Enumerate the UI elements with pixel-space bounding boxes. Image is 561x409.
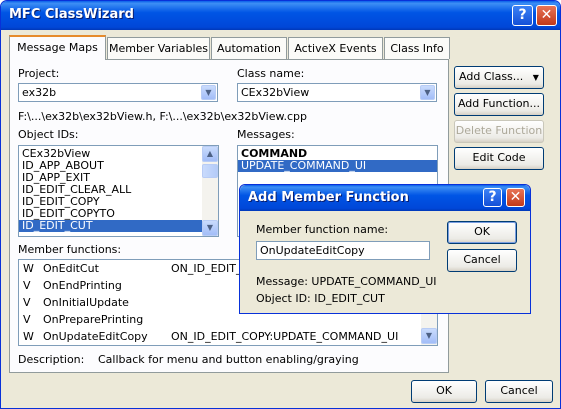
- dialog-ok-button[interactable]: OK: [447, 221, 517, 244]
- function-name: OnInitialUpdate: [43, 296, 129, 309]
- scroll-thumb[interactable]: [202, 164, 218, 178]
- close-button[interactable]: ✕: [506, 188, 525, 207]
- list-item[interactable]: ID_EDIT_CUT: [19, 220, 218, 232]
- function-flag: V: [23, 296, 31, 309]
- add-function-button[interactable]: Add Function...: [454, 93, 544, 116]
- help-button[interactable]: ?: [483, 188, 502, 207]
- function-name-label: Member function name:: [256, 223, 389, 236]
- window-title: MFC ClassWizard: [9, 7, 134, 22]
- help-button[interactable]: ?: [512, 5, 533, 26]
- list-item[interactable]: UPDATE_COMMAND_UI: [238, 160, 437, 172]
- close-button[interactable]: ✕: [536, 5, 557, 26]
- classwizard-window: MFC ClassWizard ? ✕ Message Maps Member …: [0, 0, 561, 409]
- cancel-button[interactable]: Cancel: [485, 380, 553, 403]
- add-member-function-dialog: Add Member Function ? ✕ Member function …: [239, 184, 531, 314]
- messages-label: Messages:: [237, 128, 295, 141]
- function-flag: V: [23, 313, 31, 326]
- chevron-down-icon[interactable]: ▼: [420, 85, 435, 100]
- ok-button[interactable]: OK: [411, 380, 477, 403]
- object-ids-list[interactable]: CEx32bView ID_APP_ABOUT ID_APP_EXIT ID_EDIT…: [18, 145, 219, 237]
- add-class-button[interactable]: Add Class... ▼: [454, 66, 544, 89]
- description-label: Description:: [18, 353, 85, 366]
- scroll-down-icon[interactable]: ▼: [202, 220, 218, 236]
- function-name: OnEndPrinting: [43, 279, 122, 292]
- add-class-label: Add Class...: [459, 70, 524, 83]
- description-text: Callback for menu and button enabling/gr…: [98, 353, 359, 366]
- project-value: ex32b: [22, 86, 57, 99]
- tab-class-info[interactable]: Class Info: [384, 37, 450, 59]
- object-ids-scrollbar[interactable]: ▲ ▼: [202, 146, 218, 236]
- class-name-value: CEx32bView: [241, 86, 310, 99]
- tab-activex-events[interactable]: ActiveX Events: [288, 37, 383, 59]
- project-label: Project:: [18, 67, 60, 80]
- chevron-down-icon: ▼: [532, 73, 539, 82]
- scroll-down-icon[interactable]: ▼: [421, 328, 437, 344]
- function-map: ON_ID_EDIT_COPY:UPDATE_COMMAND_UI: [171, 330, 399, 343]
- dialog-title: Add Member Function: [248, 190, 409, 205]
- message-info: Message: UPDATE_COMMAND_UI: [256, 275, 437, 288]
- table-row[interactable]: W OnUpdateEditCopy ON_ID_EDIT_COPY:UPDATE_…: [19, 328, 437, 345]
- object-ids-label: Object IDs:: [18, 128, 79, 141]
- class-name-combo[interactable]: CEx32bView ▼: [237, 83, 437, 102]
- function-name-input[interactable]: OnUpdateEditCopy: [256, 241, 430, 260]
- object-id-info: Object ID: ID_EDIT_CUT: [256, 292, 385, 305]
- function-flag: W: [23, 262, 34, 275]
- function-flag: W: [23, 330, 34, 343]
- scroll-up-icon[interactable]: ▲: [202, 146, 218, 162]
- function-name: OnUpdateEditCopy: [43, 330, 148, 343]
- member-functions-label: Member functions:: [18, 243, 122, 256]
- function-map: ON_ID_EDIT_C: [171, 262, 250, 275]
- dialog-title-bar[interactable]: Add Member Function ? ✕: [240, 185, 530, 211]
- chevron-down-icon[interactable]: ▼: [201, 85, 216, 100]
- dialog-cancel-button[interactable]: Cancel: [447, 249, 517, 272]
- tab-message-maps[interactable]: Message Maps: [9, 35, 106, 60]
- function-name: OnEditCut: [43, 262, 99, 275]
- edit-code-button[interactable]: Edit Code: [454, 147, 544, 170]
- file-path: F:\...\ex32b\ex32bView.h, F:\...\ex32b\e…: [18, 110, 307, 123]
- tab-automation[interactable]: Automation: [211, 37, 287, 59]
- project-combo[interactable]: ex32b ▼: [18, 83, 218, 102]
- delete-function-button[interactable]: Delete Function: [454, 120, 544, 143]
- title-bar[interactable]: MFC ClassWizard ? ✕: [1, 1, 560, 30]
- tab-member-variables[interactable]: Member Variables: [107, 37, 210, 59]
- function-flag: V: [23, 279, 31, 292]
- class-name-label: Class name:: [237, 67, 305, 80]
- function-name: OnPreparePrinting: [43, 313, 144, 326]
